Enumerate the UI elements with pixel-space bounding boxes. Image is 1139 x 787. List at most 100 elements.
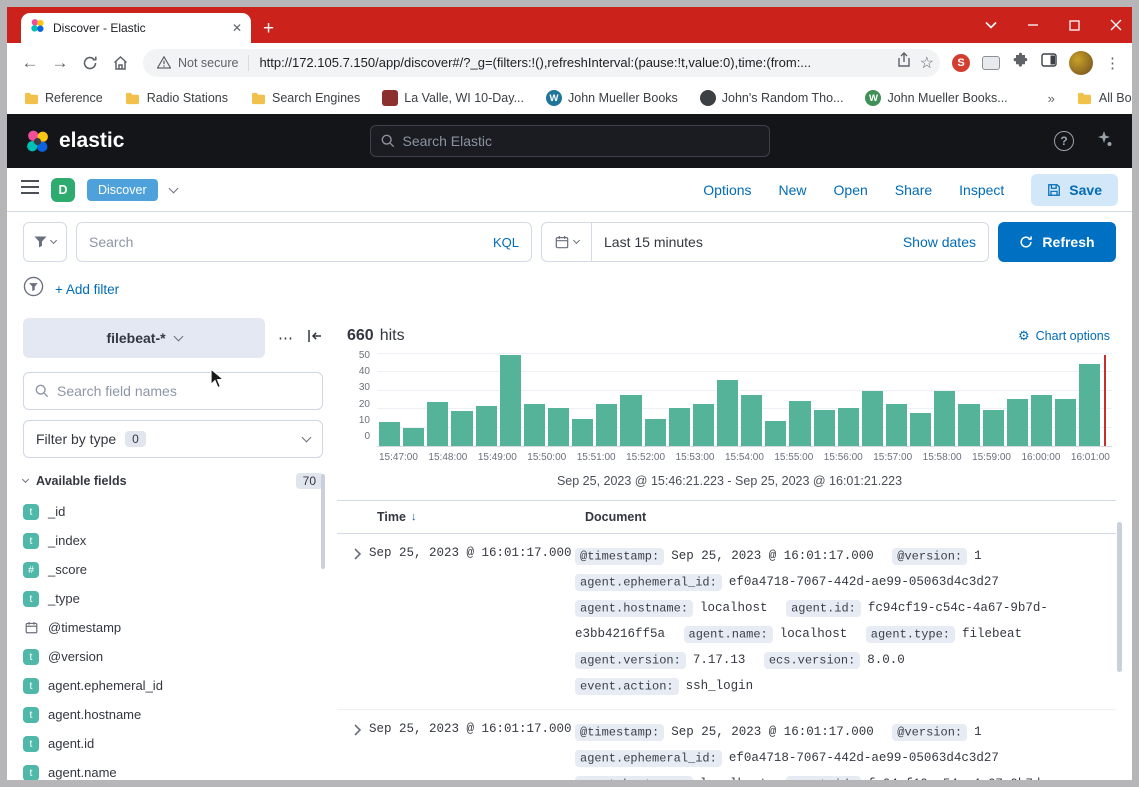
extension-red-icon[interactable]: S bbox=[952, 54, 970, 72]
field-search-box[interactable] bbox=[23, 372, 323, 410]
histogram-bar[interactable] bbox=[572, 419, 593, 446]
sidebar-scrollbar[interactable] bbox=[321, 474, 325, 569]
browser-menu-icon[interactable]: ⋮ bbox=[1105, 54, 1120, 72]
histogram-bar[interactable] bbox=[958, 404, 979, 446]
bookmarks-overflow-icon[interactable]: » bbox=[1048, 91, 1055, 106]
histogram-bar[interactable] bbox=[765, 421, 786, 446]
add-filter-button[interactable]: + Add filter bbox=[55, 282, 119, 297]
collapse-sidebar-icon[interactable] bbox=[307, 329, 323, 348]
time-column-header[interactable]: Time ↓ bbox=[377, 510, 585, 524]
chevron-down-icon[interactable] bbox=[168, 183, 178, 193]
security-status[interactable]: Not secure bbox=[157, 56, 238, 70]
side-panel-icon[interactable] bbox=[1041, 52, 1057, 73]
extension-gray-icon[interactable] bbox=[982, 56, 1000, 70]
close-button[interactable] bbox=[1110, 19, 1122, 31]
histogram-bar[interactable] bbox=[548, 408, 569, 446]
collapse-fields-icon[interactable] bbox=[22, 476, 29, 483]
query-language-button[interactable]: KQL bbox=[493, 235, 519, 250]
maximize-button[interactable] bbox=[1069, 20, 1080, 31]
histogram-bar[interactable] bbox=[838, 408, 859, 446]
field-search-input[interactable] bbox=[57, 383, 311, 399]
histogram-bar[interactable] bbox=[645, 419, 666, 446]
bookmark-item[interactable]: La Valle, WI 10-Day... bbox=[382, 90, 524, 106]
query-search-box[interactable]: KQL bbox=[76, 222, 532, 262]
query-filter-button[interactable] bbox=[23, 222, 67, 262]
reload-icon[interactable] bbox=[75, 48, 105, 78]
histogram-bar[interactable] bbox=[596, 404, 617, 446]
data-view-selector[interactable]: filebeat-* bbox=[23, 318, 265, 358]
nav-link-options[interactable]: Options bbox=[703, 182, 751, 198]
saved-query-icon[interactable] bbox=[23, 276, 44, 302]
filter-by-type-select[interactable]: Filter by type 0 bbox=[23, 420, 323, 458]
histogram-bar[interactable] bbox=[500, 355, 521, 446]
histogram-bar[interactable] bbox=[427, 402, 448, 446]
bookmark-item[interactable]: WJohn Mueller Books... bbox=[865, 90, 1007, 106]
histogram-bar[interactable] bbox=[451, 411, 472, 446]
histogram-bar[interactable] bbox=[983, 410, 1004, 446]
field-item[interactable]: t_type bbox=[23, 585, 323, 612]
new-tab-button[interactable]: + bbox=[263, 19, 274, 38]
histogram-bar[interactable] bbox=[524, 404, 545, 446]
histogram-bar[interactable] bbox=[814, 410, 835, 446]
histogram-bar[interactable] bbox=[693, 404, 714, 446]
browser-tab[interactable]: Discover - Elastic ✕ bbox=[21, 13, 251, 43]
histogram-bar[interactable] bbox=[741, 395, 762, 446]
all-bookmarks[interactable]: All Bookmarks bbox=[1077, 90, 1132, 106]
home-icon[interactable] bbox=[105, 48, 135, 78]
field-item[interactable]: t_index bbox=[23, 527, 323, 554]
save-button[interactable]: Save bbox=[1031, 174, 1118, 206]
histogram-bar[interactable] bbox=[379, 422, 400, 446]
bookmark-item[interactable]: Radio Stations bbox=[125, 90, 228, 106]
histogram-bar[interactable] bbox=[1055, 399, 1076, 446]
expand-row-button[interactable] bbox=[345, 543, 369, 565]
field-item[interactable]: tagent.ephemeral_id bbox=[23, 672, 323, 699]
bookmark-item[interactable]: John's Random Tho... bbox=[700, 90, 844, 106]
address-bar[interactable]: Not secure http://172.105.7.150/app/disc… bbox=[143, 49, 940, 77]
elastic-search-input[interactable] bbox=[403, 133, 759, 149]
back-icon[interactable]: ← bbox=[15, 48, 45, 78]
nav-link-share[interactable]: Share bbox=[895, 182, 932, 198]
forward-icon[interactable]: → bbox=[45, 48, 75, 78]
query-search-input[interactable] bbox=[89, 234, 485, 250]
menu-hamburger-icon[interactable] bbox=[21, 180, 39, 199]
breadcrumb[interactable]: Discover bbox=[87, 179, 158, 201]
bookmark-star-icon[interactable]: ☆ bbox=[920, 53, 934, 73]
field-item[interactable]: tagent.id bbox=[23, 730, 323, 757]
histogram-bar[interactable] bbox=[934, 391, 955, 446]
bookmark-item[interactable]: WJohn Mueller Books bbox=[546, 90, 678, 106]
histogram-bar[interactable] bbox=[789, 401, 810, 447]
histogram-bar[interactable] bbox=[620, 395, 641, 446]
bookmark-item[interactable]: Search Engines bbox=[250, 90, 360, 106]
extensions-puzzle-icon[interactable] bbox=[1012, 52, 1029, 74]
tab-search-icon[interactable] bbox=[985, 21, 997, 29]
field-item[interactable]: #_score bbox=[23, 556, 323, 583]
time-range-label[interactable]: Last 15 minutes bbox=[592, 234, 703, 250]
histogram-bar[interactable] bbox=[717, 380, 738, 446]
space-avatar[interactable]: D bbox=[51, 178, 75, 202]
histogram-bar[interactable] bbox=[862, 391, 883, 446]
histogram-bar[interactable] bbox=[886, 404, 907, 446]
tab-close-icon[interactable]: ✕ bbox=[232, 22, 242, 34]
histogram-bar[interactable] bbox=[1031, 395, 1052, 446]
field-item[interactable]: t_id bbox=[23, 498, 323, 525]
refresh-button[interactable]: Refresh bbox=[998, 222, 1116, 262]
field-item[interactable]: tagent.name bbox=[23, 759, 323, 780]
chart-options-button[interactable]: ⚙ Chart options bbox=[1018, 328, 1110, 344]
show-dates-button[interactable]: Show dates bbox=[903, 234, 988, 250]
field-options-icon[interactable]: ⋯ bbox=[278, 329, 294, 347]
help-icon[interactable]: ? bbox=[1054, 131, 1074, 151]
field-item[interactable]: t@version bbox=[23, 643, 323, 670]
nav-link-open[interactable]: Open bbox=[834, 182, 868, 198]
histogram-bar[interactable] bbox=[910, 413, 931, 446]
field-item[interactable]: tagent.hostname bbox=[23, 701, 323, 728]
share-icon[interactable] bbox=[896, 52, 912, 73]
histogram-bar[interactable] bbox=[476, 406, 497, 446]
assistant-icon[interactable] bbox=[1094, 129, 1114, 154]
bookmark-item[interactable]: Reference bbox=[23, 90, 103, 106]
elastic-logo[interactable]: elastic bbox=[25, 129, 124, 154]
calendar-button[interactable] bbox=[542, 223, 592, 261]
expand-row-button[interactable] bbox=[345, 719, 369, 741]
profile-avatar[interactable] bbox=[1069, 51, 1093, 75]
nav-link-new[interactable]: New bbox=[779, 182, 807, 198]
field-item[interactable]: @timestamp bbox=[23, 614, 323, 641]
